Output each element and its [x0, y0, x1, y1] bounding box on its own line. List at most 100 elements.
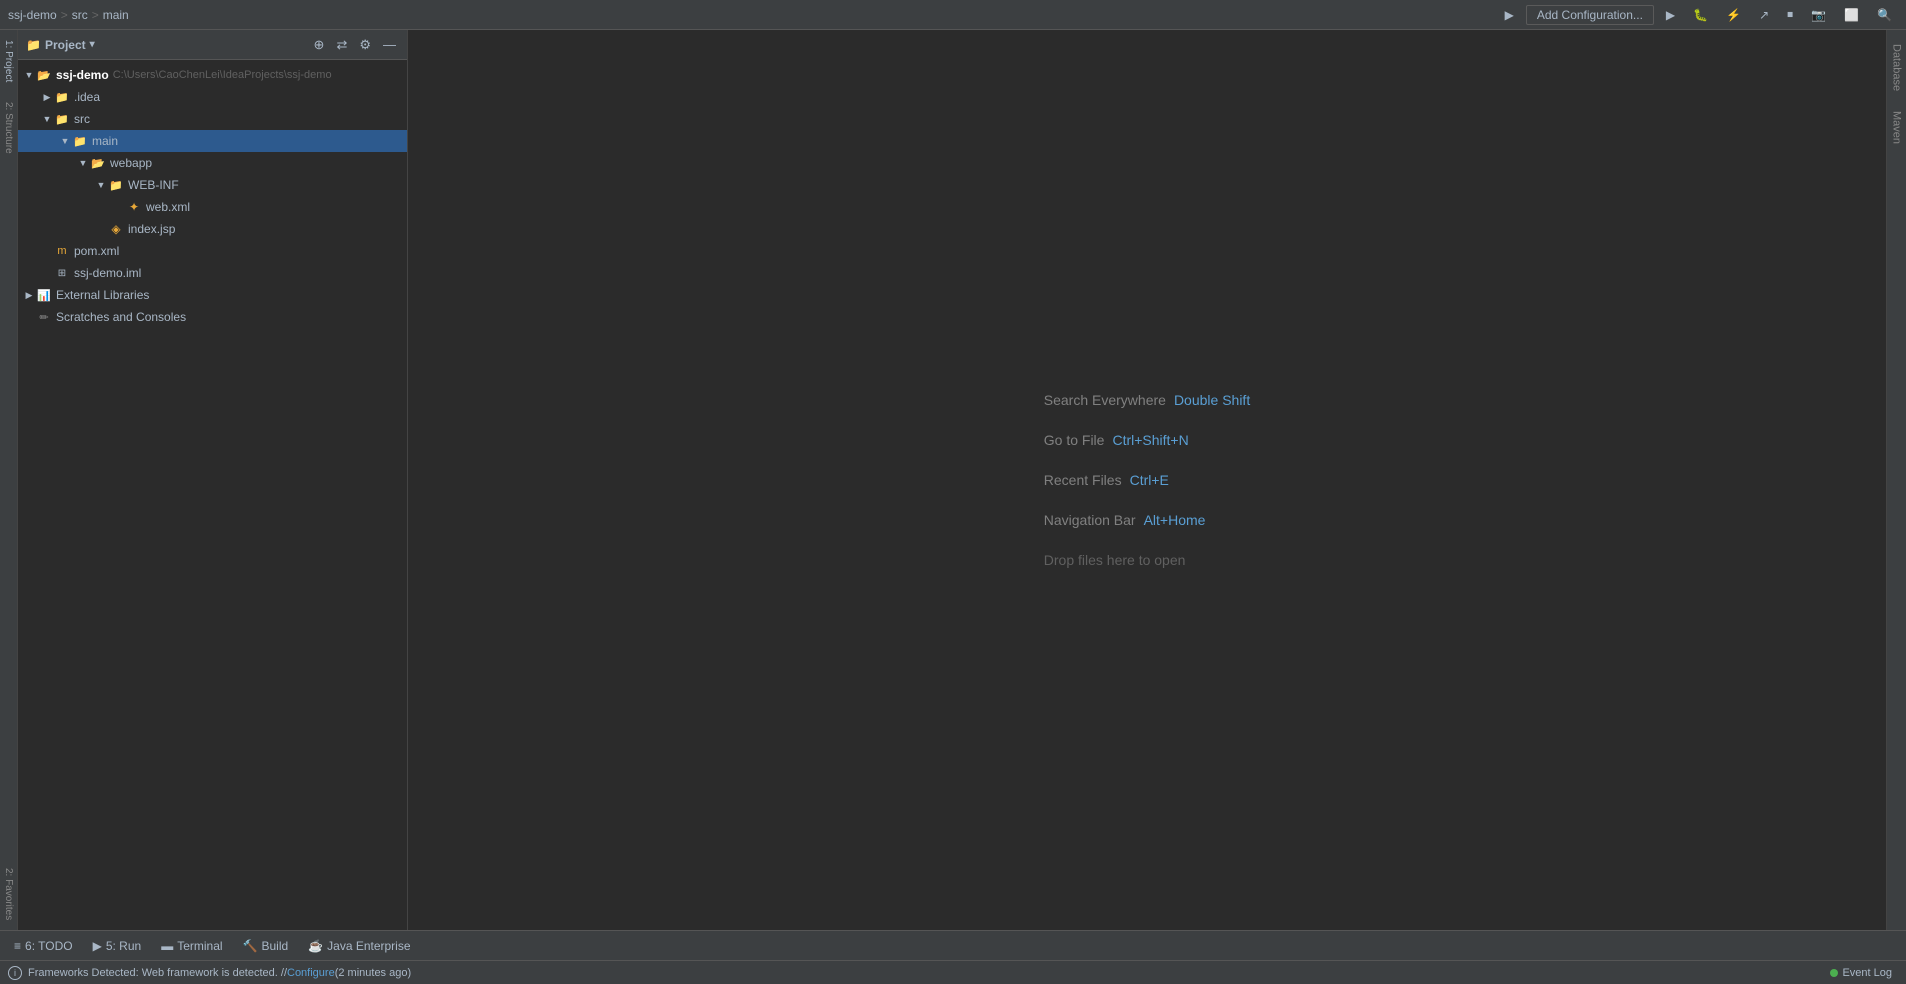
bottom-toolbar: ≡ 6: TODO ▶ 5: Run ▬ Terminal 🔨 Build ☕ …: [0, 930, 1906, 960]
right-tab-maven[interactable]: Maven: [1889, 101, 1905, 154]
path-ssj-demo: C:\Users\CaoChenLei\IdeaProjects\ssj-dem…: [113, 69, 332, 81]
collapse-all-icon[interactable]: ⇄: [333, 36, 350, 54]
build-icon: 🔨: [243, 939, 258, 953]
terminal-button[interactable]: ▬ Terminal: [153, 937, 230, 955]
left-tab-project[interactable]: 1: Project: [1, 30, 16, 92]
spacer-indexjsp: ▶: [94, 224, 108, 235]
tree-item-webinf[interactable]: ▼ 📁 WEB-INF: [18, 174, 407, 196]
breadcrumb-sep-1: >: [61, 8, 68, 22]
hint-shortcut-recent: Ctrl+E: [1130, 472, 1169, 488]
label-pomxml: pom.xml: [74, 244, 119, 258]
icon-ext-libs: 📊: [36, 287, 52, 303]
tree-item-webapp[interactable]: ▼ 📂 webapp: [18, 152, 407, 174]
arrow-ssj-demo: ▼: [22, 70, 36, 80]
hint-label-goto: Go to File: [1044, 432, 1105, 448]
project-title-label: Project: [45, 38, 86, 52]
settings-icon[interactable]: ⚙: [356, 36, 374, 54]
status-time: (2 minutes ago): [335, 967, 411, 979]
run-tool-icon: ▶: [93, 939, 102, 953]
coverage-button[interactable]: ⚡: [1720, 6, 1747, 24]
file-icon-iml: ⊞: [54, 265, 70, 281]
java-enterprise-button[interactable]: ☕ Java Enterprise: [300, 937, 418, 955]
project-header-actions: ⊕ ⇄ ⚙ —: [311, 36, 399, 54]
status-info-icon: i: [8, 966, 22, 980]
hint-shortcut-search: Double Shift: [1174, 392, 1250, 408]
sync-icon[interactable]: ⊕: [311, 36, 328, 54]
welcome-hints: Search Everywhere Double Shift Go to Fil…: [1044, 392, 1250, 568]
breadcrumb-part-3[interactable]: main: [103, 8, 129, 22]
tree-item-src[interactable]: ▼ 📁 src: [18, 108, 407, 130]
spacer-webxml: ▶: [112, 202, 126, 213]
debug-button[interactable]: 🐛: [1687, 6, 1714, 24]
label-iml: ssj-demo.iml: [74, 266, 141, 280]
breadcrumb-part-2[interactable]: src: [72, 8, 88, 22]
project-folder-icon: 📁: [26, 38, 41, 52]
project-tree: ▼ 📂 ssj-demo C:\Users\CaoChenLei\IdeaPro…: [18, 60, 407, 930]
right-sidebar-strip: Database Maven: [1886, 30, 1906, 930]
titlebar: ssj-demo > src > main ▶ Add Configuratio…: [0, 0, 1906, 30]
hint-nav-bar: Navigation Bar Alt+Home: [1044, 512, 1250, 528]
dropdown-arrow-icon[interactable]: ▾: [90, 39, 95, 50]
todo-icon: ≡: [14, 939, 21, 953]
run-toolbar: ▶ Add Configuration... ▶ 🐛 ⚡ ↗ ⏹ 📷 ⬜ 🔍: [1499, 5, 1898, 25]
event-log-label: Event Log: [1842, 967, 1892, 979]
add-configuration-button[interactable]: Add Configuration...: [1526, 5, 1654, 25]
camera-button[interactable]: 📷: [1805, 6, 1832, 24]
configure-link[interactable]: Configure: [287, 967, 335, 979]
stop-button[interactable]: ⏹: [1781, 5, 1799, 24]
tree-item-pomxml[interactable]: ▶ m pom.xml: [18, 240, 407, 262]
tree-item-ssj-demo[interactable]: ▼ 📂 ssj-demo C:\Users\CaoChenLei\IdeaPro…: [18, 64, 407, 86]
arrow-ext-libs: ▶: [22, 290, 36, 301]
tree-item-main[interactable]: ▼ 📁 main: [18, 130, 407, 152]
tree-item-iml[interactable]: ▶ ⊞ ssj-demo.iml: [18, 262, 407, 284]
label-indexjsp: index.jsp: [128, 222, 175, 236]
tree-item-indexjsp[interactable]: ▶ ◈ index.jsp: [18, 218, 407, 240]
tree-item-scratches[interactable]: ▶ ✏ Scratches and Consoles: [18, 306, 407, 328]
folder-icon-webinf: 📁: [108, 177, 124, 193]
terminal-icon: ▬: [161, 939, 173, 953]
hint-recent-files: Recent Files Ctrl+E: [1044, 472, 1250, 488]
project-panel-title: 📁 Project ▾: [26, 38, 95, 52]
hint-label-search: Search Everywhere: [1044, 392, 1166, 408]
run-tool-button[interactable]: ▶ 5: Run: [85, 937, 150, 955]
icon-scratches: ✏: [36, 309, 52, 325]
folder-icon-ssj-demo: 📂: [36, 67, 52, 83]
folder-icon-idea: 📁: [54, 89, 70, 105]
search-everywhere-button[interactable]: 🔍: [1871, 6, 1898, 24]
breadcrumb-part-1[interactable]: ssj-demo: [8, 8, 57, 22]
java-enterprise-icon: ☕: [308, 939, 323, 953]
todo-label: 6: TODO: [25, 939, 73, 953]
hint-label-navbar: Navigation Bar: [1044, 512, 1136, 528]
build-button[interactable]: 🔨 Build: [235, 937, 297, 955]
arrow-webapp: ▼: [76, 158, 90, 168]
hide-panel-icon[interactable]: —: [380, 36, 399, 54]
run-button[interactable]: ▶: [1660, 6, 1681, 24]
right-tab-database[interactable]: Database: [1889, 34, 1905, 101]
label-main: main: [92, 134, 118, 148]
hint-goto-file: Go to File Ctrl+Shift+N: [1044, 432, 1250, 448]
arrow-main: ▼: [58, 136, 72, 146]
label-webinf: WEB-INF: [128, 178, 179, 192]
hint-search-everywhere: Search Everywhere Double Shift: [1044, 392, 1250, 408]
profile-button[interactable]: ↗: [1753, 6, 1775, 24]
todo-button[interactable]: ≡ 6: TODO: [6, 937, 81, 955]
terminal-label: Terminal: [177, 939, 222, 953]
build-label: Build: [262, 939, 289, 953]
run-debug-green-button[interactable]: ▶: [1499, 6, 1520, 24]
event-log-button[interactable]: Event Log: [1824, 965, 1898, 981]
editor-area: Search Everywhere Double Shift Go to Fil…: [408, 30, 1886, 930]
status-bar: i Frameworks Detected: Web framework is …: [0, 960, 1906, 984]
file-icon-webxml: ✦: [126, 199, 142, 215]
status-message: Frameworks Detected: Web framework is de…: [28, 967, 287, 979]
breadcrumb: ssj-demo > src > main: [8, 8, 129, 22]
tree-item-webxml[interactable]: ▶ ✦ web.xml: [18, 196, 407, 218]
tree-item-ext-libs[interactable]: ▶ 📊 External Libraries: [18, 284, 407, 306]
layout-button[interactable]: ⬜: [1838, 6, 1865, 24]
tree-item-idea[interactable]: ▶ 📁 .idea: [18, 86, 407, 108]
project-panel: 📁 Project ▾ ⊕ ⇄ ⚙ — ▼ 📂 ssj-demo C:\User…: [18, 30, 408, 930]
main-area: 1: Project 2: Structure 2: Favorites 📁 P…: [0, 30, 1906, 930]
left-tab-favorites[interactable]: 2: Favorites: [1, 858, 16, 930]
left-sidebar-strip: 1: Project 2: Structure 2: Favorites: [0, 30, 18, 930]
arrow-idea: ▶: [40, 92, 54, 103]
left-tab-structure[interactable]: 2: Structure: [1, 92, 16, 164]
